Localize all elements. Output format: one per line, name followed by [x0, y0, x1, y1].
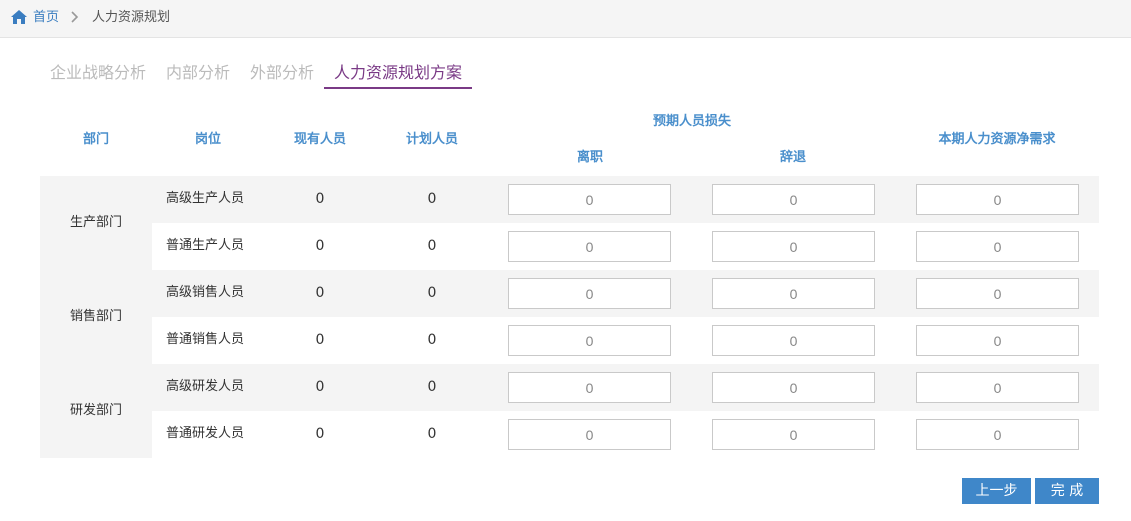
header-dismiss: 辞退 — [779, 150, 806, 165]
planned-value: 0 — [427, 379, 437, 395]
department-label: 研发部门 — [69, 403, 122, 418]
dismiss-input[interactable] — [712, 325, 875, 356]
breadcrumb: 首页 人力资源规划 — [0, 0, 1131, 38]
resign-input[interactable] — [508, 278, 671, 309]
net-demand-input[interactable] — [916, 372, 1079, 403]
dismiss-input[interactable] — [712, 184, 875, 215]
existing-value: 0 — [315, 332, 325, 348]
planned-value: 0 — [427, 191, 437, 207]
header-department: 部门 — [82, 132, 109, 147]
finish-button[interactable]: 完 成 — [1035, 478, 1099, 504]
chevron-right-icon — [71, 11, 79, 23]
resign-input[interactable] — [508, 325, 671, 356]
position-label: 普通生产人员 — [166, 238, 245, 253]
position-label: 高级销售人员 — [166, 285, 245, 300]
resign-input[interactable] — [508, 372, 671, 403]
resign-input[interactable] — [508, 231, 671, 262]
tab-internal-analysis[interactable]: 内部分析 — [166, 63, 230, 83]
header-resign: 离职 — [576, 150, 603, 165]
planned-value: 0 — [427, 238, 437, 254]
tab-hr-plan[interactable]: 人力资源规划方案 — [334, 63, 462, 83]
net-demand-input[interactable] — [916, 231, 1079, 262]
breadcrumb-current: 人力资源规划 — [92, 10, 171, 25]
existing-value: 0 — [315, 426, 325, 442]
net-demand-input[interactable] — [916, 419, 1079, 450]
department-label: 销售部门 — [69, 309, 122, 324]
net-demand-input[interactable] — [916, 278, 1079, 309]
dismiss-input[interactable] — [712, 278, 875, 309]
existing-value: 0 — [315, 379, 325, 395]
position-label: 高级生产人员 — [166, 191, 245, 206]
planned-value: 0 — [427, 332, 437, 348]
breadcrumb-home-link[interactable]: 首页 — [33, 10, 59, 26]
existing-value: 0 — [315, 238, 325, 254]
net-demand-input[interactable] — [916, 184, 1079, 215]
resign-input[interactable] — [508, 419, 671, 450]
header-expected-loss: 预期人员损失 — [652, 114, 731, 129]
tab-external-analysis[interactable]: 外部分析 — [250, 63, 314, 83]
existing-value: 0 — [315, 191, 325, 207]
department-label: 生产部门 — [69, 215, 122, 230]
tab-strategy-analysis[interactable]: 企业战略分析 — [50, 63, 146, 83]
dismiss-input[interactable] — [712, 372, 875, 403]
prev-step-button[interactable]: 上一步 — [962, 478, 1031, 504]
dismiss-input[interactable] — [712, 419, 875, 450]
planned-value: 0 — [427, 285, 437, 301]
position-label: 普通研发人员 — [166, 426, 245, 441]
header-planned: 计划人员 — [405, 132, 458, 147]
net-demand-input[interactable] — [916, 325, 1079, 356]
position-label: 普通销售人员 — [166, 332, 245, 347]
home-icon[interactable] — [10, 9, 28, 25]
dismiss-input[interactable] — [712, 231, 875, 262]
header-position: 岗位 — [194, 132, 221, 147]
planned-value: 0 — [427, 426, 437, 442]
existing-value: 0 — [315, 285, 325, 301]
resign-input[interactable] — [508, 184, 671, 215]
active-tab-indicator — [324, 87, 472, 89]
header-net-demand: 本期人力资源净需求 — [938, 132, 1056, 147]
position-label: 高级研发人员 — [166, 379, 245, 394]
header-existing: 现有人员 — [293, 132, 346, 147]
